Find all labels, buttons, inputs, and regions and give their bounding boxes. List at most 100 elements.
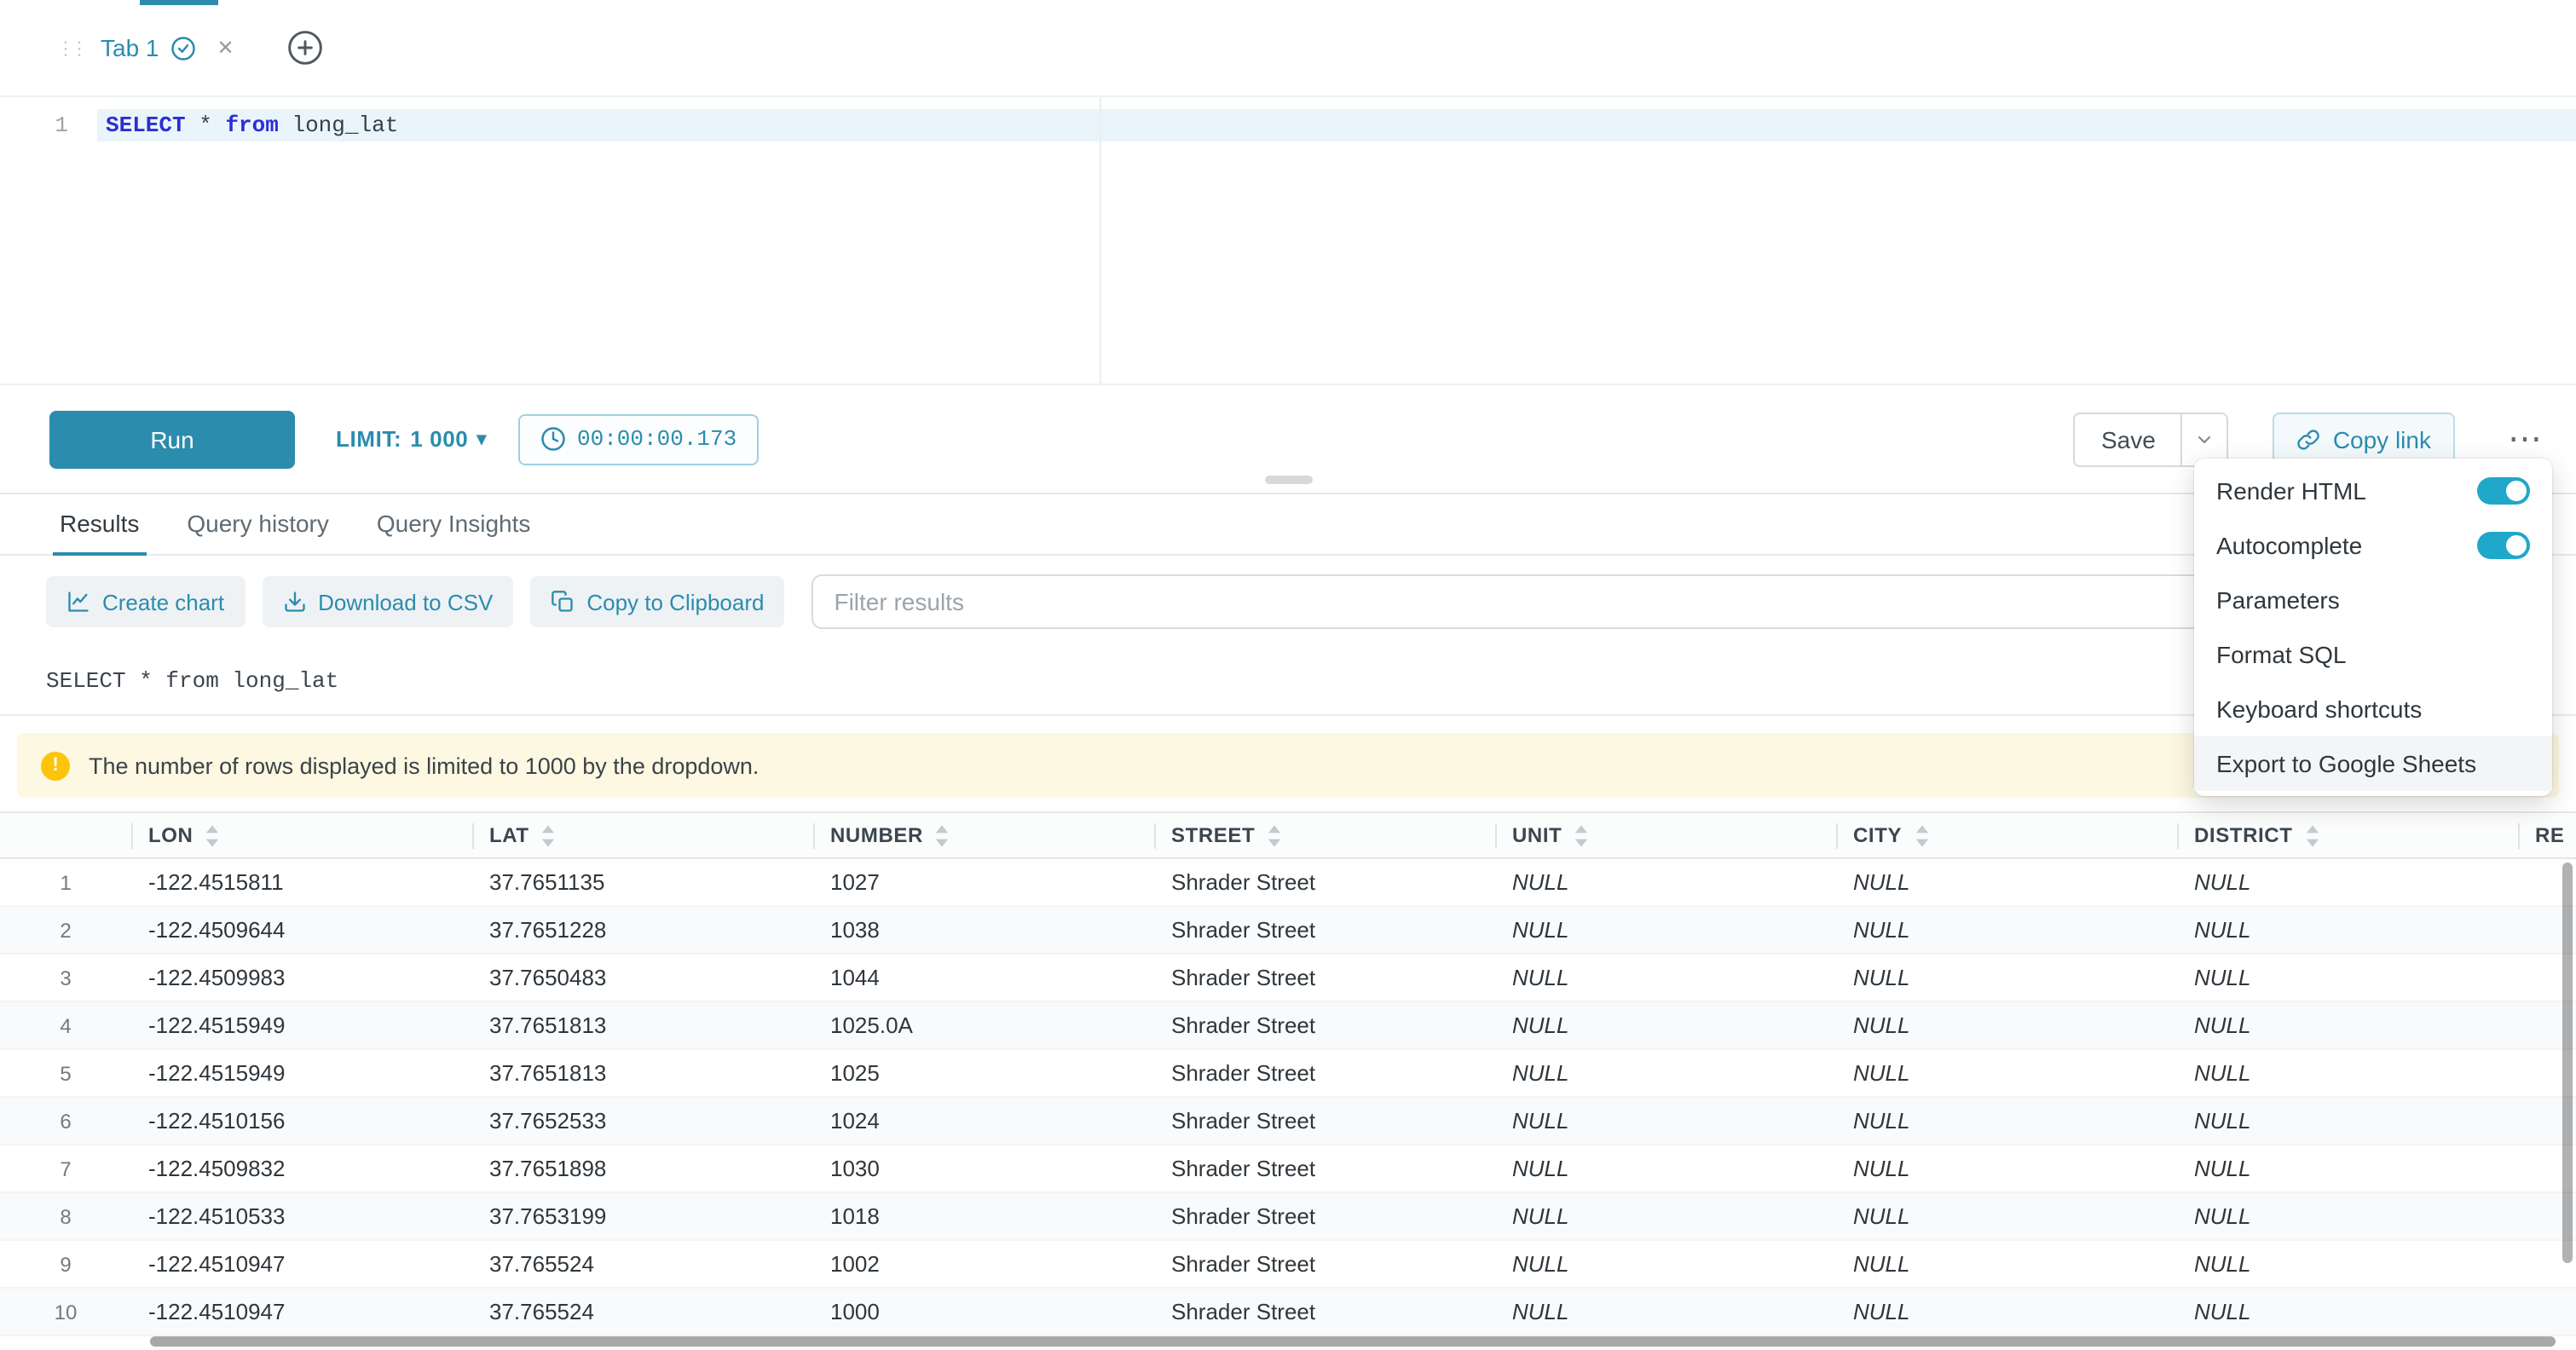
cell: -122.4510947 [131,1240,472,1288]
cell: 37.765524 [472,1240,813,1288]
cell: 37.7650483 [472,954,813,1001]
limit-label: LIMIT: [336,426,401,452]
cell: NULL [1495,1001,1836,1049]
sql-editor[interactable]: 1 SELECT * from long_lat [0,97,2576,384]
tab-results[interactable]: Results [60,510,139,554]
check-circle-icon [171,35,197,61]
cell: NULL [1836,1288,2177,1336]
run-button[interactable]: Run [49,410,295,468]
cell: Shrader Street [1154,906,1495,954]
cell: NULL [1495,1049,1836,1097]
editor-code-area[interactable]: SELECT * from long_lat [97,97,2576,384]
column-divider [1495,823,1497,849]
column-header-label: LON [148,823,193,847]
results-table: LONLATNUMBERSTREETUNITCITYDISTRICTRE1-12… [0,811,2576,1350]
cell: 1018 [813,1192,1154,1240]
column-header-label: NUMBER [830,823,923,847]
column-header-city[interactable]: CITY [1836,812,2177,858]
results-toolbar: Create chart Download to CSV Copy to Cli… [0,556,2576,648]
more-options-menu: Render HTML Autocomplete Parameters Form… [2194,459,2552,796]
download-csv-label: Download to CSV [318,589,493,614]
column-divider [1154,823,1156,849]
download-csv-button[interactable]: Download to CSV [262,576,513,627]
sql-token: from [225,112,278,138]
menu-item-label: Format SQL [2216,641,2347,668]
cell: NULL [2177,1145,2518,1192]
row-number-cell: 6 [0,1097,131,1145]
active-tab-indicator [140,0,218,5]
row-number-cell: 1 [0,858,131,906]
cell: NULL [2177,906,2518,954]
menu-item-label: Autocomplete [2216,532,2362,559]
row-number-cell: 3 [0,954,131,1001]
vertical-scrollbar[interactable] [2562,862,2573,1263]
menu-item-export-google-sheets[interactable]: Export to Google Sheets [2194,736,2552,791]
cell: NULL [1836,1097,2177,1145]
save-button[interactable]: Save [2074,412,2183,466]
menu-item-label: Keyboard shortcuts [2216,695,2422,723]
menu-item-parameters[interactable]: Parameters [2194,573,2552,627]
column-header-number[interactable]: NUMBER [813,812,1154,858]
column-header-street[interactable]: STREET [1154,812,1495,858]
column-header-unit[interactable]: UNIT [1495,812,1836,858]
table-row: 6-122.451015637.76525331024Shrader Stree… [0,1097,2576,1145]
column-header-lat[interactable]: LAT [472,812,813,858]
column-header-re[interactable]: RE [2518,812,2576,858]
toggle-autocomplete[interactable] [2477,532,2530,559]
results-tab-bar: Results Query history Query Insights [0,494,2576,556]
cell: NULL [2177,1049,2518,1097]
row-number-cell: 7 [0,1145,131,1192]
menu-item-keyboard-shortcuts[interactable]: Keyboard shortcuts [2194,682,2552,736]
column-header-label: DISTRICT [2194,823,2292,847]
horizontal-scrollbar[interactable] [150,1336,2556,1347]
cell: NULL [1495,906,1836,954]
row-number-cell: 9 [0,1240,131,1288]
warning-text: The number of rows displayed is limited … [89,753,759,778]
copy-link-label: Copy link [2333,425,2431,453]
sort-icon [541,824,557,846]
tab-tab1[interactable]: ⋮⋮ Tab 1 ✕ [49,17,241,78]
cell: 37.7651898 [472,1145,813,1192]
column-divider [813,823,815,849]
cell: Shrader Street [1154,1145,1495,1192]
menu-item-render-html[interactable]: Render HTML [2194,464,2552,518]
editor-gutter: 1 [0,97,97,384]
cell: NULL [1495,1240,1836,1288]
menu-item-format-sql[interactable]: Format SQL [2194,627,2552,682]
add-tab-button[interactable] [287,29,325,66]
cell: -122.4509983 [131,954,472,1001]
row-number-cell: 4 [0,1001,131,1049]
cell: Shrader Street [1154,1049,1495,1097]
close-tab-icon[interactable]: ✕ [217,36,234,60]
tab-query-history[interactable]: Query history [187,510,329,554]
create-chart-button[interactable]: Create chart [46,576,245,627]
cell: NULL [1495,1097,1836,1145]
tab-query-insights[interactable]: Query Insights [377,510,531,554]
pane-resize-handle[interactable] [1264,476,1312,484]
executed-sql-preview: SELECT * from long_lat [0,648,2576,716]
table-row: 10-122.451094737.7655241000Shrader Stree… [0,1288,2576,1336]
tab-label: Tab 1 [101,34,159,61]
cell: 37.7651135 [472,858,813,906]
cell: 1024 [813,1097,1154,1145]
more-options-button[interactable]: ⋯ [2499,413,2550,464]
toggle-render-html[interactable] [2477,477,2530,505]
cell: -122.4509644 [131,906,472,954]
cell: Shrader Street [1154,1192,1495,1240]
cell: Shrader Street [1154,1240,1495,1288]
warning-icon: ! [41,751,70,780]
column-divider [2518,823,2520,849]
column-header-lon[interactable]: LON [131,812,472,858]
cell: NULL [2177,954,2518,1001]
sql-lab-app: ⋮⋮ Tab 1 ✕ 1 SELECT * from long_lat Run … [0,0,2576,1350]
column-header-label: STREET [1171,823,1255,847]
drag-handle-icon[interactable]: ⋮⋮ [56,37,89,59]
limit-dropdown[interactable]: LIMIT: 1 000 ▾ [336,426,487,452]
sort-icon [1574,824,1589,846]
menu-item-label: Render HTML [2216,477,2366,505]
cell: NULL [1836,1192,2177,1240]
copy-to-clipboard-button[interactable]: Copy to Clipboard [530,576,784,627]
column-header-district[interactable]: DISTRICT [2177,812,2518,858]
menu-item-autocomplete[interactable]: Autocomplete [2194,518,2552,573]
caret-down-icon: ▾ [477,428,487,450]
